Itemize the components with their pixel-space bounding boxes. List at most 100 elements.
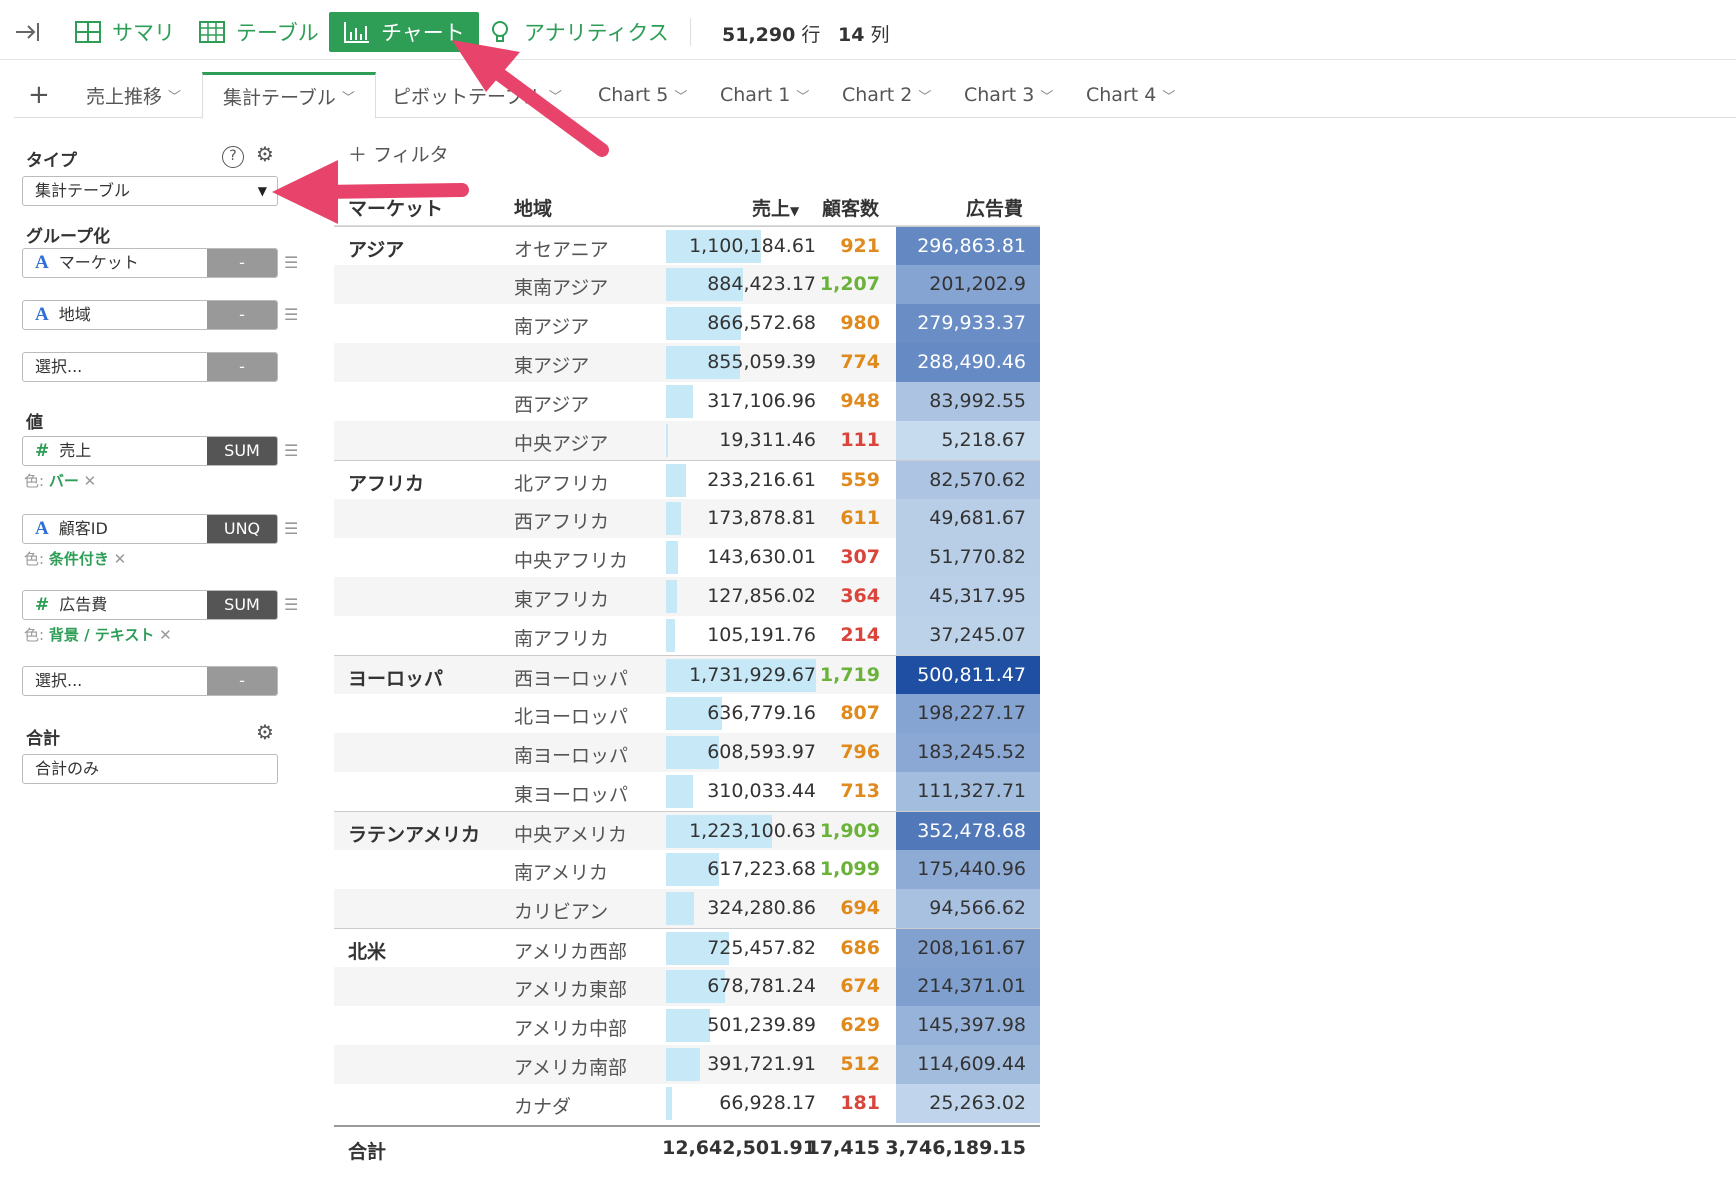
customers-cell: 181 <box>840 1092 880 1114</box>
region-cell: 西アフリカ <box>514 511 610 533</box>
gear-icon[interactable]: ⚙ <box>256 142 274 166</box>
gear-icon[interactable]: ⚙ <box>256 720 274 744</box>
customers-cell: 611 <box>840 507 880 529</box>
tab-label: Chart 2 <box>842 84 913 106</box>
filter-label: フィルタ <box>373 144 449 166</box>
tab-chart-5[interactable]: Chart 5 ﹀ <box>598 72 687 118</box>
ad-cost-cell: 25,263.02 <box>896 1084 1040 1123</box>
ad-cost-cell: 183,245.52 <box>896 733 1040 772</box>
ad-cost-cell: 175,440.96 <box>896 850 1040 889</box>
tab-chart-3[interactable]: Chart 3 ﹀ <box>964 72 1053 118</box>
color-value[interactable]: 条件付き <box>49 550 109 568</box>
table-row: 東ヨーロッパ 310,033.44 713 111,327.71 <box>334 772 1040 811</box>
sales-bar <box>666 464 687 497</box>
table-label: テーブル <box>236 21 319 45</box>
sales-cell: 866,572.68 <box>666 307 816 340</box>
ad-cost-value: 25,263.02 <box>929 1092 1026 1114</box>
ad-cost-cell: 500,811.47 <box>896 656 1040 695</box>
tab-label: Chart 4 <box>1086 84 1157 106</box>
drag-handle-icon[interactable]: ☰ <box>284 248 300 278</box>
value-field-select[interactable]: 選択... - <box>22 666 278 696</box>
color-label: 色: <box>24 550 45 568</box>
header-region[interactable]: 地域 <box>514 194 552 221</box>
chart-button[interactable]: チャート <box>329 12 479 52</box>
tab-summary-table[interactable]: 集計テーブル ﹀ <box>202 72 376 119</box>
agg-button[interactable]: SUM <box>207 437 277 465</box>
field-name: 顧客ID <box>58 519 108 538</box>
ad-cost-cell: 279,933.37 <box>896 304 1040 343</box>
value-field-sales[interactable]: # 売上 SUM <box>22 436 278 466</box>
agg-button[interactable]: SUM <box>207 591 277 619</box>
chevron-down-icon: ﹀ <box>1162 89 1176 105</box>
ad-cost-value: 145,397.98 <box>917 1014 1026 1036</box>
region-cell: カナダ <box>514 1096 572 1118</box>
text-type-icon: A <box>35 518 49 539</box>
collapse-panel-icon[interactable] <box>14 18 42 46</box>
add-filter-button[interactable]: ＋ フィルタ <box>348 140 449 167</box>
ad-cost-cell: 198,227.17 <box>896 694 1040 733</box>
group-field-region[interactable]: A 地域 - <box>22 300 278 330</box>
drag-handle-icon[interactable]: ☰ <box>284 436 300 466</box>
color-label: 色: <box>24 472 45 490</box>
summary-label: サマリ <box>112 21 175 45</box>
close-icon[interactable]: ✕ <box>114 550 127 568</box>
tab-chart-1[interactable]: Chart 1 ﹀ <box>720 72 809 118</box>
header-market[interactable]: マーケット <box>348 194 443 221</box>
color-value[interactable]: バー <box>49 472 79 490</box>
sales-cell: 233,216.61 <box>666 464 816 497</box>
tab-sales-trend[interactable]: 売上推移 ﹀ <box>86 72 181 118</box>
chevron-down-icon: ﹀ <box>548 89 562 105</box>
color-value[interactable]: 背景 / テキスト <box>49 626 154 644</box>
ad-cost-value: 201,202.9 <box>929 273 1026 295</box>
summary-button[interactable]: サマリ <box>60 12 189 52</box>
agg-button[interactable]: - <box>207 301 277 329</box>
total-select[interactable]: 合計のみ <box>22 754 278 784</box>
analytics-button[interactable]: アナリティクス <box>472 12 683 52</box>
group-field-market[interactable]: A マーケット - <box>22 248 278 278</box>
sales-cell: 636,779.16 <box>666 697 816 730</box>
value-field-customer-id[interactable]: A 顧客ID UNQ <box>22 514 278 544</box>
group-field-select[interactable]: 選択... - <box>22 352 278 382</box>
tab-chart-4[interactable]: Chart 4 ﹀ <box>1086 72 1175 118</box>
field-name: マーケット <box>58 253 139 272</box>
add-tab-button[interactable]: + <box>28 80 50 110</box>
region-cell: アメリカ西部 <box>514 941 628 963</box>
table-row: 中央アジア 19,311.46 111 5,218.67 <box>334 421 1040 460</box>
drag-handle-icon[interactable]: ☰ <box>284 300 300 330</box>
group-title: グループ化 <box>26 227 110 247</box>
agg-button[interactable]: - <box>207 667 277 695</box>
chart-type-select[interactable]: 集計テーブル ▼ <box>22 176 278 206</box>
header-customers[interactable]: 顧客数 <box>822 194 879 221</box>
field-name: 売上 <box>59 441 92 460</box>
customers-cell: 774 <box>840 351 880 373</box>
agg-button[interactable]: - <box>207 249 277 277</box>
agg-button[interactable]: - <box>207 353 277 381</box>
sales-cell: 884,423.17 <box>666 268 816 301</box>
sales-cell: 678,781.24 <box>666 970 816 1003</box>
table-row: 南アジア 866,572.68 980 279,933.37 <box>334 304 1040 343</box>
table-button[interactable]: テーブル <box>184 12 333 52</box>
table-row: カリビアン 324,280.86 694 94,566.62 <box>334 889 1040 928</box>
help-icon[interactable]: ? <box>222 146 244 168</box>
sales-value: 324,280.86 <box>707 897 816 919</box>
sales-bar <box>666 424 668 457</box>
ad-cost-cell: 5,218.67 <box>896 421 1040 460</box>
region-cell: 東アフリカ <box>514 589 610 611</box>
total-sales: 12,642,501.91 <box>662 1137 816 1159</box>
close-icon[interactable]: ✕ <box>159 626 172 644</box>
field-name: 地域 <box>58 305 91 324</box>
drag-handle-icon[interactable]: ☰ <box>284 590 300 620</box>
tab-pivot-table[interactable]: ピボットテーブル ﹀ <box>392 72 562 118</box>
region-cell: オセアニア <box>514 239 609 261</box>
header-ad-cost[interactable]: 広告費 <box>966 194 1023 221</box>
close-icon[interactable]: ✕ <box>84 472 97 490</box>
header-sales[interactable]: 売上▼ <box>752 194 799 221</box>
number-type-icon: # <box>35 441 50 461</box>
sales-value: 866,572.68 <box>707 312 816 334</box>
customers-cell: 980 <box>840 312 880 334</box>
tab-chart-2[interactable]: Chart 2 ﹀ <box>842 72 931 118</box>
drag-handle-icon[interactable]: ☰ <box>284 514 300 544</box>
bar-chart-icon <box>344 22 369 43</box>
value-field-ad-cost[interactable]: # 広告費 SUM <box>22 590 278 620</box>
agg-button[interactable]: UNQ <box>207 515 277 543</box>
